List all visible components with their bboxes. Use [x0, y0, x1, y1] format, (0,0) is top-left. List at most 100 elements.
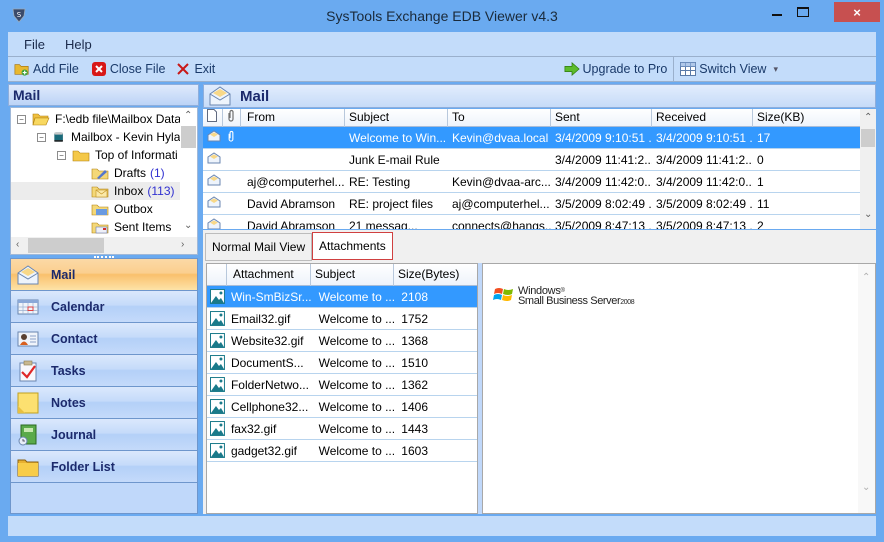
mail-row[interactable]: David Abramson RE: project files aj@comp…: [203, 193, 860, 215]
attachment-size: 1406: [401, 399, 428, 414]
add-file-button[interactable]: Add File: [12, 61, 81, 77]
close-file-button[interactable]: Close File: [89, 61, 168, 77]
mail-row[interactable]: David Abramson 21 messag... connects@han…: [203, 215, 860, 229]
switch-view-button[interactable]: Switch View ▾: [678, 61, 780, 77]
preview-scrollbar[interactable]: ⌃ ⌄: [858, 264, 875, 513]
mail-subject: Welcome to Win...: [349, 130, 447, 145]
tree-label: Mailbox - Kevin Hyla: [71, 130, 181, 144]
nav-mail[interactable]: Mail: [11, 259, 197, 291]
scroll-up-icon[interactable]: ⌃: [862, 272, 870, 283]
attachment-row[interactable]: FolderNetwo... Welcome to ... 1362: [207, 374, 477, 396]
scroll-thumb[interactable]: [181, 126, 196, 148]
exit-button[interactable]: Exit: [173, 61, 217, 77]
mail-size: 1: [757, 174, 764, 189]
scroll-down-icon[interactable]: ⌄: [184, 220, 192, 231]
scroll-right-icon[interactable]: ›: [181, 239, 184, 250]
attachment-row[interactable]: gadget32.gif Welcome to ... 1603: [207, 440, 477, 462]
collapse-icon[interactable]: −: [17, 114, 26, 124]
scroll-thumb[interactable]: [28, 238, 104, 253]
mail-sent: 3/4/2009 9:10:51 ...: [555, 130, 652, 145]
scroll-down-icon[interactable]: ⌄: [862, 482, 870, 493]
folder-tree: − F:\edb file\Mailbox Data − Mailbox - K…: [10, 107, 198, 255]
column-header-size[interactable]: Size(KB): [753, 109, 860, 127]
nav-label: Contact: [51, 331, 98, 346]
status-bar: [8, 516, 876, 536]
column-header-type[interactable]: [203, 109, 223, 127]
logo-line2: Small Business Server: [518, 295, 621, 307]
scroll-thumb[interactable]: [861, 129, 875, 147]
mail-received: 3/4/2009 11:42:0...: [656, 174, 753, 189]
tree-item-outbox[interactable]: Outbox: [91, 200, 153, 218]
scroll-left-icon[interactable]: ‹: [16, 239, 19, 250]
mail-row[interactable]: aj@computerhel... RE: Testing Kevin@dvaa…: [203, 171, 860, 193]
mail-subject: RE: Testing: [349, 174, 411, 189]
scroll-up-icon[interactable]: ⌃: [864, 112, 872, 123]
minimize-button[interactable]: [764, 2, 790, 22]
scroll-down-icon[interactable]: ⌄: [864, 209, 872, 220]
nav-label: Journal: [51, 427, 97, 442]
attachment-row[interactable]: Win-SmBizSr... Welcome to ... 2108: [207, 286, 477, 308]
nav-journal[interactable]: Journal: [11, 419, 197, 451]
column-header-attachment[interactable]: [223, 109, 241, 127]
nav-notes[interactable]: Notes: [11, 387, 197, 419]
mail-row[interactable]: Junk E-mail Rule 3/4/2009 11:41:2... 3/4…: [203, 149, 860, 171]
tree-vertical-scrollbar[interactable]: ⌃ ⌄: [180, 108, 197, 238]
mail-from: David Abramson: [247, 218, 336, 230]
column-header-sent[interactable]: Sent: [551, 109, 652, 127]
nav-calendar[interactable]: Calendar: [11, 291, 197, 323]
tree-item-drafts[interactable]: Drafts (1): [91, 164, 165, 182]
attachment-row[interactable]: DocumentS... Welcome to ... 1510: [207, 352, 477, 374]
logo-year: 2008: [620, 299, 635, 306]
column-header-size-bytes[interactable]: Size(Bytes): [394, 264, 477, 286]
column-header-subject[interactable]: Subject: [311, 264, 394, 286]
mail-size: 0: [757, 152, 764, 167]
menu-file[interactable]: File: [16, 37, 53, 52]
close-window-button[interactable]: ×: [834, 2, 880, 22]
nav-label: Notes: [51, 395, 86, 410]
scroll-up-icon[interactable]: ⌃: [184, 110, 192, 121]
collapse-icon[interactable]: −: [57, 150, 66, 160]
attachment-row[interactable]: Cellphone32... Welcome to ... 1406: [207, 396, 477, 418]
tree-item-top-of-information[interactable]: − Top of Informati: [57, 146, 178, 164]
tab-attachments[interactable]: Attachments: [312, 232, 393, 260]
attachment-row[interactable]: Email32.gif Welcome to ... 1752: [207, 308, 477, 330]
column-header-received[interactable]: Received: [652, 109, 753, 127]
attachment-subject: Welcome to ...: [318, 443, 396, 458]
upgrade-to-pro-button[interactable]: Upgrade to Pro: [562, 61, 670, 77]
mail-list-title: Mail: [240, 87, 270, 105]
menu-help[interactable]: Help: [57, 37, 100, 52]
green-arrow-icon: [564, 61, 580, 77]
attachment-row[interactable]: Website32.gif Welcome to ... 1368: [207, 330, 477, 352]
tree-item-edb-file[interactable]: − F:\edb file\Mailbox Data: [17, 110, 181, 128]
nav-folder-list[interactable]: Folder List: [11, 451, 197, 483]
tab-normal-mail-view[interactable]: Normal Mail View: [205, 233, 313, 261]
drafts-folder-icon: [91, 168, 109, 180]
tree-item-inbox[interactable]: Inbox (113): [11, 182, 181, 200]
mail-list-scrollbar[interactable]: ⌃ ⌄: [860, 109, 876, 229]
mail-row[interactable]: Welcome to Win... Kevin@dvaa.local 3/4/2…: [203, 127, 860, 149]
mail-received: 3/5/2009 8:47:13 ...: [656, 218, 753, 230]
paperclip-icon: [228, 109, 234, 122]
mail-to: aj@computerhel...: [452, 196, 550, 211]
mail-subject: Junk E-mail Rule: [349, 152, 440, 167]
column-header-attachment[interactable]: Attachment: [227, 264, 311, 286]
open-folder-icon: [32, 113, 50, 126]
mail-received: 3/4/2009 11:41:2...: [656, 152, 753, 167]
column-header-subject[interactable]: Subject: [345, 109, 448, 127]
nav-tasks[interactable]: Tasks: [11, 355, 197, 387]
collapse-icon[interactable]: −: [37, 132, 46, 142]
nav-contact[interactable]: Contact: [11, 323, 197, 355]
tree-horizontal-scrollbar[interactable]: ‹ ›: [11, 237, 197, 254]
attachment-row[interactable]: fax32.gif Welcome to ... 1443: [207, 418, 477, 440]
attachment-name: Cellphone32...: [230, 399, 309, 414]
tree-item-sent-items[interactable]: Sent Items: [91, 218, 171, 236]
maximize-button[interactable]: [790, 2, 816, 22]
column-header-to[interactable]: To: [448, 109, 551, 127]
tree-item-mailbox[interactable]: − Mailbox - Kevin Hyla: [37, 128, 180, 146]
notes-icon: [17, 392, 39, 414]
image-file-icon: [210, 421, 225, 436]
mail-subject: 21 messag...: [349, 218, 418, 230]
envelope-icon: [207, 174, 221, 186]
tree-label: Top of Informati: [95, 148, 178, 162]
column-header-from[interactable]: From: [241, 109, 345, 127]
